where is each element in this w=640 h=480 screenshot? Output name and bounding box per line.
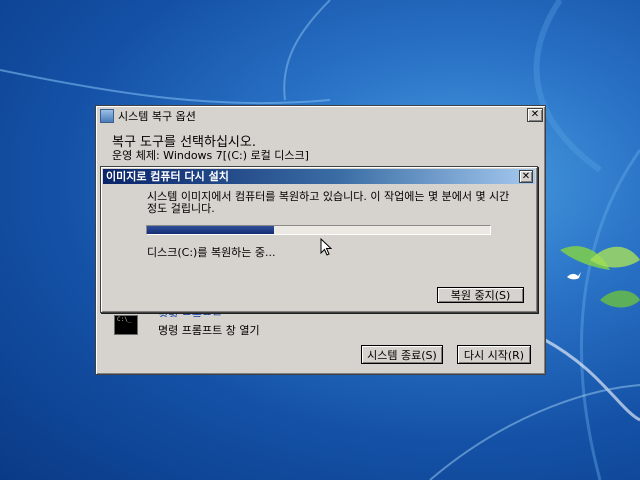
dialog-close-button[interactable]: ✕: [519, 170, 533, 183]
mouse-pointer-icon: [320, 238, 332, 256]
stop-restore-button[interactable]: 복원 중지(S): [437, 287, 524, 303]
close-icon: ✕: [530, 109, 540, 120]
dialog-title[interactable]: 이미지로 컴퓨터 다시 설치: [103, 169, 535, 184]
close-icon: ✕: [521, 171, 531, 182]
reimage-dialog: 이미지로 컴퓨터 다시 설치 ✕ 시스템 이미지에서 컴퓨터를 복원하고 있습니…: [100, 166, 538, 313]
os-info: 운영 체제: Windows 7[(C:) 로컬 디스크]: [112, 149, 309, 162]
cmd-prompt-icon[interactable]: C:\_: [114, 315, 138, 335]
bird-icon: [567, 272, 581, 280]
restart-button[interactable]: 다시 시작(R): [457, 345, 531, 364]
progress-fill: [147, 226, 274, 234]
cmd-prompt-icon-text: C:\_: [117, 316, 132, 323]
cmd-prompt-description: 명령 프롬프트 창 열기: [158, 324, 260, 337]
shutdown-button[interactable]: 시스템 종료(S): [361, 345, 443, 364]
window-close-button[interactable]: ✕: [527, 108, 543, 122]
app-icon: [100, 109, 114, 123]
window-title-bar[interactable]: 시스템 복구 옵션: [98, 108, 543, 124]
window-title: 시스템 복구 옵션: [118, 110, 196, 123]
restore-progress-bar: [146, 225, 491, 235]
restore-status: 디스크(C:)를 복원하는 중...: [147, 246, 276, 259]
restore-message: 시스템 이미지에서 컴퓨터를 복원하고 있습니다. 이 작업에는 몇 분에서 몇…: [147, 190, 510, 215]
